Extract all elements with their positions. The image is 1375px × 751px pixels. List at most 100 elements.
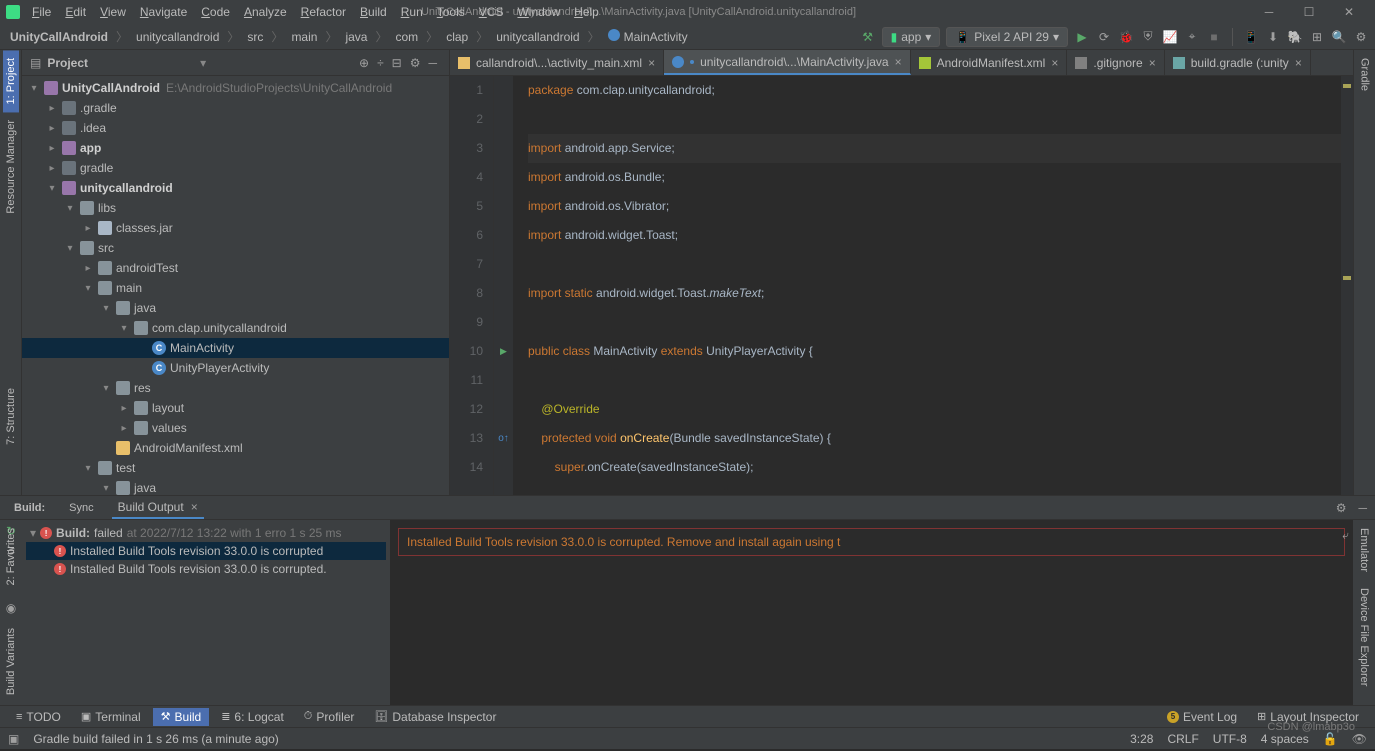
code-line[interactable]: super.onCreate(savedInstanceState);	[528, 453, 1341, 482]
menu-view[interactable]: View	[94, 3, 132, 21]
menu-edit[interactable]: Edit	[59, 3, 92, 21]
breadcrumb-item[interactable]: main	[287, 28, 321, 46]
inspection-indicator[interactable]	[1343, 84, 1351, 88]
build-root-row[interactable]: ▾ ! Build: failed at 2022/7/12 13:22 wit…	[26, 524, 386, 542]
build-hammer-icon[interactable]: ⚒	[860, 29, 876, 45]
tree-row[interactable]: .gradle	[22, 98, 449, 118]
stripe-warning[interactable]	[1343, 276, 1351, 280]
build-error-row[interactable]: ! Installed Build Tools revision 33.0.0 …	[26, 542, 386, 560]
breadcrumb-item[interactable]: com	[392, 28, 423, 46]
tree-row[interactable]: com.clap.unitycallandroid	[22, 318, 449, 338]
code-line[interactable]	[528, 250, 1341, 279]
run-config-selector[interactable]: ▮app▾	[882, 27, 941, 47]
tree-root[interactable]: UnityCallAndroid E:\AndroidStudioProject…	[22, 78, 449, 98]
caret-position[interactable]: 3:28	[1130, 732, 1153, 746]
tree-row[interactable]: unitycallandroid	[22, 178, 449, 198]
bookmarks-icon[interactable]: ◉	[6, 601, 16, 615]
tree-row[interactable]: test	[22, 458, 449, 478]
menu-refactor[interactable]: Refactor	[295, 3, 352, 21]
profiler-tab[interactable]: ⏱ Profiler	[296, 708, 363, 726]
tab-close-icon[interactable]: ×	[1149, 56, 1156, 70]
gradle-tab[interactable]: Gradle	[1357, 50, 1373, 99]
favorites-tab[interactable]: 2: Favorites	[3, 520, 19, 593]
breadcrumb-item[interactable]: java	[341, 28, 371, 46]
avd-icon[interactable]: 📱	[1243, 29, 1259, 45]
code-line[interactable]	[528, 105, 1341, 134]
editor-tab[interactable]: callandroid\...\activity_main.xml×	[450, 50, 664, 75]
menu-navigate[interactable]: Navigate	[134, 3, 193, 21]
tree-row[interactable]: layout	[22, 398, 449, 418]
breadcrumb-item[interactable]: MainActivity	[604, 27, 692, 46]
search-icon[interactable]: 🔍	[1331, 29, 1347, 45]
breadcrumb-item[interactable]: unitycallandroid	[492, 28, 583, 46]
sdk-icon[interactable]: ⬇	[1265, 29, 1281, 45]
code-line[interactable]: import android.app.Service;	[528, 134, 1341, 163]
menu-run[interactable]: Run	[395, 3, 429, 21]
editor-tab[interactable]: .gitignore×	[1067, 50, 1164, 75]
tree-row[interactable]: AndroidManifest.xml	[22, 438, 449, 458]
run-gutter-icon[interactable]: ▶	[500, 337, 507, 366]
tree-row[interactable]: main	[22, 278, 449, 298]
build-settings-icon[interactable]: ⚙	[1336, 501, 1347, 515]
settings-icon[interactable]: ⚙	[1353, 29, 1369, 45]
tab-close-icon[interactable]: ×	[895, 55, 902, 69]
emulator-tab[interactable]: Emulator	[1356, 520, 1372, 580]
project-tab[interactable]: 1: Project	[3, 50, 19, 112]
build-tab[interactable]: ⚒ Build	[153, 708, 210, 726]
project-tree[interactable]: UnityCallAndroid E:\AndroidStudioProject…	[22, 76, 449, 495]
code-content[interactable]: package com.clap.unitycallandroid;import…	[514, 76, 1341, 495]
code-line[interactable]: protected void onCreate(Bundle savedInst…	[528, 424, 1341, 453]
soft-wrap-icon[interactable]: ⤶	[1342, 528, 1349, 543]
build-output-tab[interactable]: Build Output ×	[112, 497, 204, 519]
menu-tools[interactable]: Tools	[431, 3, 471, 21]
menu-vcs[interactable]: VCS	[473, 3, 510, 21]
menu-build[interactable]: Build	[354, 3, 393, 21]
db-inspector-tab[interactable]: 🗄 Database Inspector	[366, 708, 504, 726]
build-tree[interactable]: ▾ ! Build: failed at 2022/7/12 13:22 wit…	[22, 520, 390, 705]
select-opened-icon[interactable]: ⊕	[355, 56, 373, 70]
code-line[interactable]: import android.os.Bundle;	[528, 163, 1341, 192]
tree-row[interactable]: CUnityPlayerActivity	[22, 358, 449, 378]
expand-icon[interactable]: ÷	[373, 56, 388, 70]
tree-row[interactable]: gradle	[22, 158, 449, 178]
resource-manager-tab[interactable]: Resource Manager	[3, 112, 19, 222]
editor-tab[interactable]: unitycallandroid\...\MainActivity.java×	[664, 50, 911, 75]
code-editor[interactable]: 1234567891011121314 ▶o↑ package com.clap…	[450, 76, 1353, 495]
tree-row[interactable]: classes.jar	[22, 218, 449, 238]
build-output-console[interactable]: Installed Build Tools revision 33.0.0 is…	[390, 520, 1353, 705]
tree-row[interactable]: res	[22, 378, 449, 398]
device-selector[interactable]: 📱Pixel 2 API 29▾	[946, 27, 1068, 47]
tree-row[interactable]: java	[22, 298, 449, 318]
tab-close-icon[interactable]: ×	[1295, 56, 1302, 70]
code-line[interactable]	[528, 308, 1341, 337]
close-button[interactable]: ✕	[1329, 0, 1369, 24]
menu-analyze[interactable]: Analyze	[238, 3, 293, 21]
breadcrumb-item[interactable]: clap	[442, 28, 472, 46]
tree-row[interactable]: libs	[22, 198, 449, 218]
breadcrumb-item[interactable]: unitycallandroid	[132, 28, 223, 46]
build-hide-icon[interactable]: ─	[1358, 501, 1367, 515]
minimize-button[interactable]: ─	[1249, 0, 1289, 24]
collapse-icon[interactable]: ⊟	[388, 56, 406, 70]
coverage-icon[interactable]: ⛨	[1140, 29, 1156, 45]
structure-tab[interactable]: 7: Structure	[3, 380, 19, 453]
code-line[interactable]	[528, 366, 1341, 395]
tab-close-icon[interactable]: ×	[648, 56, 655, 70]
editor-tab[interactable]: AndroidManifest.xml×	[911, 50, 1068, 75]
device-file-explorer-tab[interactable]: Device File Explorer	[1356, 580, 1372, 694]
breadcrumb-item[interactable]: UnityCallAndroid	[6, 28, 112, 46]
logcat-tab[interactable]: ≣ 6: Logcat	[213, 708, 292, 726]
override-icon[interactable]: o↑	[498, 424, 509, 453]
settings-gear-icon[interactable]: ⚙	[406, 56, 425, 70]
tree-row[interactable]: src	[22, 238, 449, 258]
error-stripe[interactable]	[1341, 76, 1353, 495]
tree-row[interactable]: CMainActivity	[22, 338, 449, 358]
indent-config[interactable]: 4 spaces	[1261, 732, 1309, 746]
tree-row[interactable]: .idea	[22, 118, 449, 138]
todo-tab[interactable]: ≡ TODO	[8, 708, 69, 726]
project-view-title[interactable]: Project	[47, 56, 196, 70]
maximize-button[interactable]: ☐	[1289, 0, 1329, 24]
inspection-eye-icon[interactable]: 👁	[1352, 732, 1367, 746]
readonly-lock-icon[interactable]: 🔓	[1323, 732, 1338, 746]
menu-file[interactable]: File	[26, 3, 57, 21]
